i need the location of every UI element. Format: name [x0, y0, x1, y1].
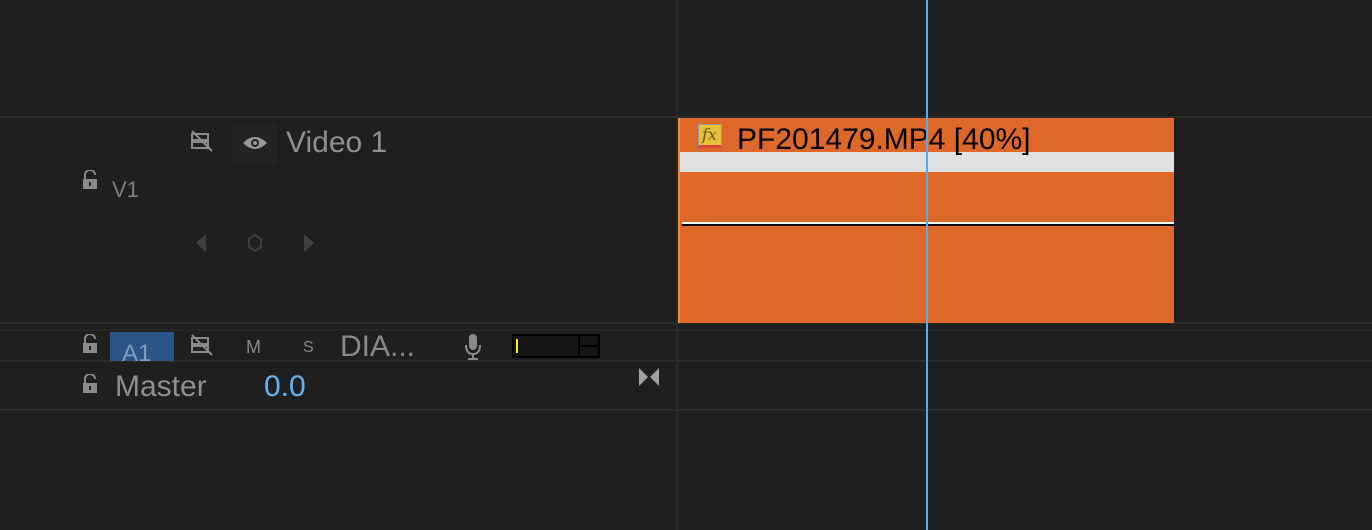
master-track-name: Master — [115, 370, 207, 403]
prev-keyframe-icon[interactable] — [195, 233, 207, 258]
microphone-icon[interactable] — [464, 333, 482, 366]
lock-icon[interactable] — [81, 169, 99, 195]
sync-lock-icon[interactable] — [190, 130, 214, 157]
lock-icon[interactable] — [81, 373, 99, 399]
eye-icon — [243, 137, 267, 149]
track-target[interactable]: V1 — [112, 177, 139, 198]
audio-track-name[interactable]: DIA... — [340, 330, 415, 361]
divider — [0, 409, 1372, 411]
playhead[interactable] — [926, 0, 928, 530]
fx-badge: fx — [698, 124, 722, 148]
toggle-output-button[interactable] — [232, 122, 278, 166]
next-keyframe-icon[interactable] — [303, 233, 315, 258]
audio-meter — [512, 334, 600, 358]
clip-label: PF201479.MP4 [40%] — [737, 123, 1031, 156]
master-volume-value[interactable]: 0.0 — [264, 370, 306, 404]
divider — [0, 329, 1372, 331]
track-target-a1[interactable]: A1 — [110, 332, 174, 361]
solo-button[interactable]: S — [303, 339, 314, 357]
expand-icon[interactable] — [638, 367, 660, 392]
keyframe-icon[interactable] — [248, 233, 262, 258]
mute-button[interactable]: M — [246, 337, 261, 358]
track-name[interactable]: Video 1 — [286, 126, 387, 160]
lock-icon[interactable] — [81, 333, 99, 359]
sync-lock-icon[interactable] — [190, 334, 214, 361]
opacity-rubber-band[interactable] — [682, 222, 1174, 226]
